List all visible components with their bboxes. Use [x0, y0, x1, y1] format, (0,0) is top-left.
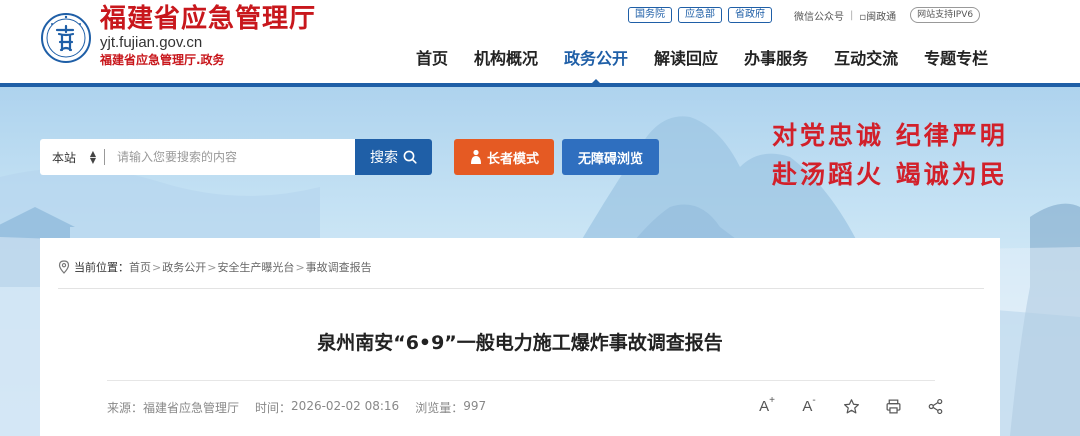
views-value: 997 — [463, 399, 487, 413]
favorite-button[interactable] — [830, 395, 872, 417]
time-value: 2026-02-02 08:16 — [291, 399, 400, 413]
divider — [107, 380, 935, 381]
breadcrumb-separator: > — [207, 260, 217, 274]
updown-arrow-icon: ▲ ▼ — [89, 149, 96, 165]
article-title: 泉州南安“6•9”一般电力施工爆炸事故调查报告 — [317, 332, 723, 354]
slogan-line-2: 赴汤蹈火 竭诚为民 — [772, 160, 1008, 189]
font-increase-sign: + — [769, 395, 775, 406]
nav-gov-affairs[interactable]: 政务公开 — [564, 45, 629, 85]
main-nav: 首页 机构概况 政务公开 解读回应 办事服务 互动交流 专题专栏 — [416, 45, 1014, 85]
nav-interaction[interactable]: 互动交流 — [834, 45, 898, 69]
font-decrease-button[interactable]: A- — [788, 395, 830, 417]
person-icon — [470, 149, 481, 164]
search-button[interactable]: 搜索 — [355, 139, 432, 175]
divider — [58, 288, 984, 289]
breadcrumb-home[interactable]: 首页 — [129, 259, 151, 275]
font-decrease-icon: A- — [802, 395, 816, 415]
font-decrease-sign: - — [812, 395, 816, 406]
share-button[interactable] — [914, 395, 956, 417]
search-icon — [403, 150, 417, 164]
nav-organization[interactable]: 机构概况 — [474, 45, 538, 69]
breadcrumb-accident-reports[interactable]: 事故调查报告 — [306, 259, 372, 275]
article-tools: A+ A- — [746, 395, 956, 417]
print-button[interactable] — [872, 395, 914, 417]
search-scope-select[interactable]: 本站 ▲ ▼ — [40, 139, 104, 175]
nav-services[interactable]: 办事服务 — [744, 45, 808, 69]
breadcrumb-label: 当前位置： — [74, 261, 129, 274]
site-subtitle: 福建省应急管理厅.政务 — [100, 53, 225, 67]
search-input[interactable] — [104, 149, 355, 165]
font-decrease-letter: A — [802, 398, 813, 415]
top-links: 国务院 应急部 省政府 微信公众号 | ▫闽政通 网站支持IPV6 — [628, 7, 981, 23]
site-title: 福建省应急管理厅 — [100, 4, 317, 34]
breadcrumb-separator: > — [295, 260, 305, 274]
link-mintong[interactable]: ▫闽政通 — [859, 8, 896, 23]
elder-mode-button[interactable]: 长者模式 — [454, 139, 554, 175]
accessibility-button[interactable]: 无障碍浏览 — [562, 139, 659, 175]
nav-special-topics[interactable]: 专题专栏 — [924, 45, 988, 69]
link-state-council[interactable]: 国务院 — [628, 7, 672, 23]
link-emergency-ministry[interactable]: 应急部 — [678, 7, 722, 23]
star-icon — [843, 398, 859, 413]
breadcrumb: 当前位置： 首页 > 政务公开 > 安全生产曝光台 > 事故调查报告 — [58, 259, 372, 275]
site-domain: yjt.fujian.gov.cn — [100, 34, 203, 51]
accessibility-label: 无障碍浏览 — [577, 151, 643, 167]
link-provincial-gov[interactable]: 省政府 — [728, 7, 772, 23]
site-logo[interactable]: 福建省应急管理厅 yjt.fujian.gov.cn 福建省应急管理厅.政务 — [40, 4, 317, 70]
search-scope-label: 本站 — [52, 150, 77, 165]
link-mintong-label: 闽政通 — [866, 11, 897, 23]
site-header: 福建省应急管理厅 yjt.fujian.gov.cn 福建省应急管理厅.政务 国… — [0, 0, 1080, 87]
font-increase-letter: A — [759, 398, 770, 415]
print-icon — [886, 399, 900, 413]
nav-interpretation[interactable]: 解读回应 — [654, 45, 718, 69]
location-pin-icon — [58, 260, 70, 274]
views-label: 浏览量： — [415, 401, 464, 415]
time-label: 时间： — [255, 401, 292, 415]
search-bar: 本站 ▲▼ 搜索 — [40, 139, 432, 175]
emblem-icon — [41, 13, 91, 63]
source-value: 福建省应急管理厅 — [143, 401, 240, 415]
font-increase-icon: A+ — [759, 395, 775, 415]
breadcrumb-safety-exposure[interactable]: 安全生产曝光台 — [217, 259, 294, 275]
ipv6-badge: 网站支持IPV6 — [910, 7, 981, 23]
nav-gov-affairs-label: 政务公开 — [564, 49, 629, 68]
font-increase-button[interactable]: A+ — [746, 395, 788, 417]
divider: | — [850, 9, 854, 21]
article-card: 当前位置： 首页 > 政务公开 > 安全生产曝光台 > 事故调查报告 泉州南安“… — [40, 238, 1000, 436]
breadcrumb-separator: > — [152, 260, 162, 274]
slogan-line-1: 对党忠诚 纪律严明 — [772, 121, 1008, 150]
breadcrumb-gov-affairs[interactable]: 政务公开 — [162, 259, 206, 275]
nav-home[interactable]: 首页 — [416, 45, 448, 69]
source-label: 来源： — [107, 401, 144, 415]
share-icon — [928, 398, 942, 414]
search-button-label: 搜索 — [370, 150, 398, 166]
link-wechat[interactable]: 微信公众号 — [794, 8, 844, 23]
elder-mode-label: 长者模式 — [486, 151, 539, 167]
article-meta: 来源： 福建省应急管理厅 时间： 2026-02-02 08:16 浏览量： 9… — [107, 399, 486, 416]
